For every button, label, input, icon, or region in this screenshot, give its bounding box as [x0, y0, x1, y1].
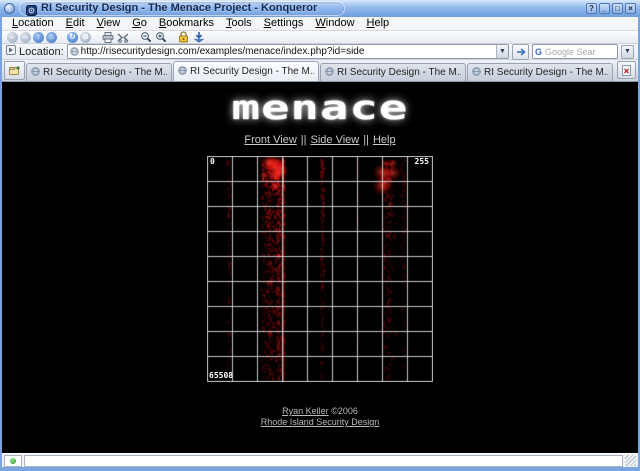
- tab-favicon-icon: [325, 66, 334, 79]
- status-led-box: [4, 454, 22, 467]
- window-menu-button[interactable]: [4, 3, 15, 14]
- zoom-in-icon[interactable]: [154, 31, 167, 43]
- spectrum-grid-visualization: 0 255 65508: [207, 156, 433, 382]
- nav-separator: ||: [300, 134, 307, 146]
- reload-icon[interactable]: ↻: [67, 31, 78, 43]
- green-led-icon: [10, 457, 16, 464]
- tool-bar: ← → ↑ ⌂ ↻ ⊘: [2, 31, 638, 44]
- author-link[interactable]: Ryan Keller: [282, 406, 329, 416]
- google-search-box: G: [532, 44, 618, 59]
- toolbar-separator: [59, 37, 65, 38]
- find-icon[interactable]: [116, 31, 129, 43]
- grid-label-max: 255: [414, 157, 429, 166]
- org-link[interactable]: Rhode Island Security Design: [261, 417, 380, 427]
- google-icon: G: [535, 46, 543, 57]
- help-link[interactable]: Help: [373, 134, 396, 146]
- window-controls: ? _ □ ×: [586, 3, 636, 14]
- minimize-button[interactable]: _: [599, 3, 610, 14]
- front-view-link[interactable]: Front View: [244, 134, 296, 146]
- url-dropdown-arrow-icon[interactable]: ▼: [496, 45, 508, 58]
- toolbar-separator: [93, 37, 99, 38]
- help-window-button[interactable]: ?: [586, 3, 597, 14]
- title-bar: RI Security Design - The Menace Project …: [0, 0, 640, 17]
- up-icon[interactable]: ↑: [33, 31, 44, 43]
- tab-3[interactable]: RI Security Design - The M...: [320, 63, 466, 81]
- tab-label: RI Security Design - The M...: [484, 67, 608, 78]
- url-combobox: ▼: [66, 44, 509, 59]
- menu-edit[interactable]: Edit: [60, 17, 91, 30]
- url-input[interactable]: [78, 46, 496, 57]
- home-icon[interactable]: ⌂: [46, 31, 57, 43]
- tab-1[interactable]: RI Security Design - The M...: [26, 63, 172, 81]
- print-icon[interactable]: [101, 31, 114, 43]
- status-bar: [2, 453, 638, 467]
- new-tab-button[interactable]: [4, 61, 25, 80]
- copyright-text: ©2006: [328, 406, 358, 416]
- toolbar-separator: [131, 37, 137, 38]
- menace-logo: menace: [231, 88, 409, 127]
- status-message-field: [24, 454, 623, 467]
- location-label: Location:: [19, 45, 64, 58]
- konqueror-icon: [26, 3, 37, 17]
- spectrum-canvas: [207, 156, 433, 382]
- tab-label: RI Security Design - The M...: [43, 67, 167, 78]
- grid-label-bottom: 65508: [209, 371, 234, 380]
- google-search-input[interactable]: [543, 46, 617, 57]
- maximize-button[interactable]: □: [612, 3, 623, 14]
- download-icon[interactable]: [192, 31, 205, 43]
- close-tab-button[interactable]: [617, 61, 636, 79]
- back-icon[interactable]: ←: [7, 31, 18, 43]
- nav-separator: ||: [363, 134, 369, 146]
- security-lock-icon[interactable]: [177, 31, 190, 43]
- grid-label-min: 0: [210, 157, 215, 166]
- tab-4[interactable]: RI Security Design - The M...: [467, 63, 613, 81]
- toolbar-separator: [169, 37, 175, 38]
- search-dropdown-arrow-icon[interactable]: ▼: [621, 44, 634, 59]
- forward-icon[interactable]: →: [20, 31, 31, 43]
- stop-icon[interactable]: ⊘: [80, 31, 91, 43]
- tab-2-active[interactable]: RI Security Design - The M...: [173, 61, 319, 81]
- menu-view[interactable]: View: [91, 17, 127, 30]
- zoom-out-icon[interactable]: [139, 31, 152, 43]
- tab-favicon-icon: [31, 66, 40, 79]
- menu-help[interactable]: Help: [361, 17, 396, 30]
- menu-location[interactable]: Location: [6, 17, 60, 30]
- location-bar: Location: ▼ G ▼: [2, 43, 638, 60]
- side-view-link[interactable]: Side View: [311, 134, 360, 146]
- go-button[interactable]: [512, 43, 529, 60]
- window-title: RI Security Design - The Menace Project …: [41, 2, 318, 14]
- menu-settings[interactable]: Settings: [258, 17, 310, 30]
- url-favicon-icon: [68, 47, 79, 56]
- location-icon: [6, 45, 16, 58]
- tab-label: RI Security Design - The M...: [337, 67, 461, 78]
- menu-go[interactable]: Go: [126, 17, 153, 30]
- tab-favicon-icon: [178, 65, 187, 78]
- konqueror-window: RI Security Design - The Menace Project …: [0, 0, 640, 471]
- tab-label: RI Security Design - The M...: [190, 66, 314, 77]
- page-content: menace Front View || Side View || Help 0 255…: [2, 82, 638, 453]
- resize-grip[interactable]: [625, 455, 636, 466]
- menu-bar: Location Edit View Go Bookmarks Tools Se…: [2, 17, 638, 31]
- tab-favicon-icon: [472, 66, 481, 79]
- close-button[interactable]: ×: [625, 3, 636, 14]
- page-footer: Ryan Keller ©2006 Rhode Island Security …: [2, 406, 638, 428]
- menu-window[interactable]: Window: [309, 17, 360, 30]
- menu-bookmarks[interactable]: Bookmarks: [153, 17, 220, 30]
- tab-bar: RI Security Design - The M... RI Securit…: [2, 60, 638, 82]
- menu-tools[interactable]: Tools: [220, 17, 258, 30]
- page-nav: Front View || Side View || Help: [2, 134, 638, 146]
